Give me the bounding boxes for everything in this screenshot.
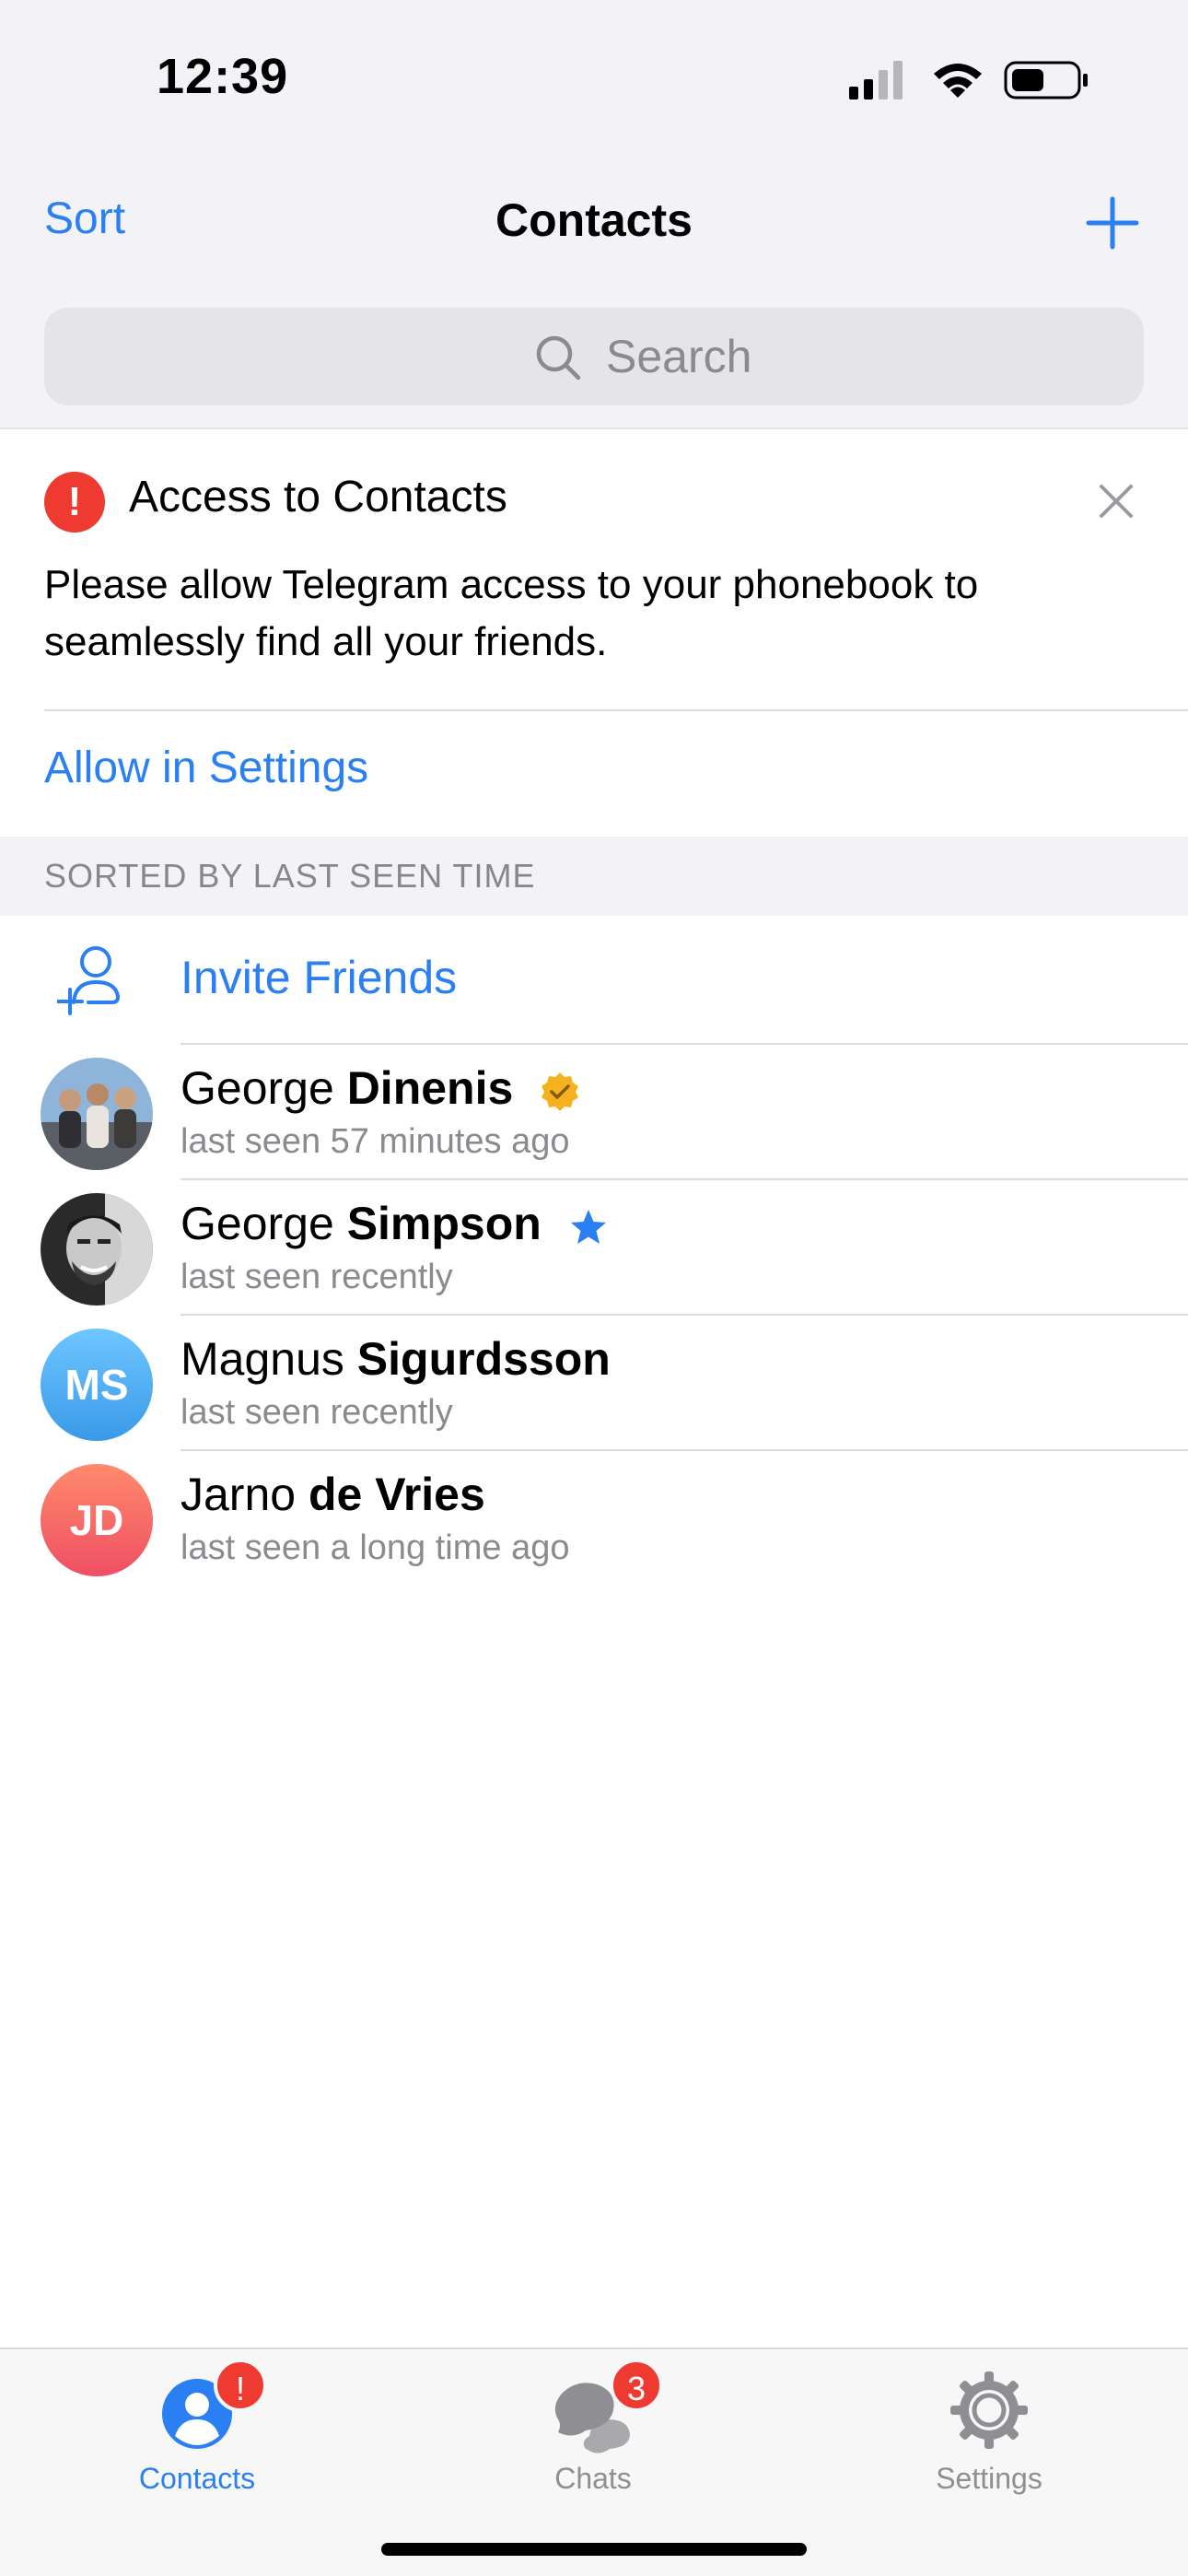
- page-title: Contacts: [495, 194, 693, 246]
- tab-chats[interactable]: 3 Chats: [483, 2349, 704, 2497]
- contact-name: Jarno de Vries: [181, 1469, 485, 1520]
- search-placeholder: Search: [606, 331, 752, 382]
- contact-status: last seen recently: [181, 1393, 453, 1432]
- tab-label: Contacts: [138, 2462, 256, 2495]
- divider: [44, 709, 1188, 711]
- contacts-screen: 12:39 Sort Contacts Search ! Access to C…: [0, 0, 1188, 2576]
- status-icons: [849, 61, 1088, 100]
- settings-icon: [950, 2371, 1028, 2449]
- allow-in-settings-button[interactable]: Allow in Settings: [44, 743, 368, 793]
- section-header: SORTED BY LAST SEEN TIME: [0, 837, 1188, 916]
- contact-name: George Dinenis: [181, 1061, 581, 1115]
- avatar-initials: JD: [69, 1496, 124, 1544]
- avatar: MS: [41, 1329, 153, 1441]
- home-indicator: [381, 2543, 807, 2556]
- star-icon: [570, 1209, 606, 1244]
- contact-name: Magnus Sigurdsson: [181, 1333, 611, 1385]
- verified-badge-icon: [542, 1071, 579, 1111]
- unread-count-badge: 3: [610, 2359, 663, 2412]
- close-icon[interactable]: [1096, 481, 1136, 521]
- contacts-access-banner: ! Access to Contacts Please allow Telegr…: [0, 431, 1188, 837]
- avatar-initials: MS: [64, 1361, 129, 1409]
- banner-title: Access to Contacts: [129, 473, 507, 521]
- invite-friends-label: Invite Friends: [181, 952, 458, 1003]
- contact-row[interactable]: MS Magnus Sigurdsson last seen recently: [0, 1316, 1188, 1450]
- tab-settings[interactable]: Settings: [879, 2349, 1100, 2497]
- notification-badge: !: [214, 2359, 267, 2412]
- contact-status: last seen recently: [181, 1258, 453, 1296]
- avatar: JD: [41, 1464, 153, 1576]
- invite-friends-button[interactable]: Invite Friends: [0, 916, 1188, 1045]
- contact-row[interactable]: George Dinenis last seen 57 minutes ago: [0, 1045, 1188, 1179]
- section-header-label: SORTED BY LAST SEEN TIME: [44, 857, 536, 895]
- contact-status: last seen a long time ago: [181, 1528, 570, 1567]
- search-icon: [536, 335, 581, 381]
- cellular-signal-icon: [849, 61, 903, 100]
- contact-row[interactable]: JD Jarno de Vries last seen a long time …: [0, 1451, 1188, 1586]
- battery-icon: [1004, 61, 1088, 100]
- tab-bar: ! Contacts 3 Chats Settings: [0, 2348, 1188, 2576]
- alert-icon: !: [44, 472, 105, 533]
- tab-label: Chats: [554, 2462, 632, 2495]
- banner-text: Please allow Telegram access to your pho…: [44, 562, 979, 664]
- wifi-icon: [934, 64, 982, 98]
- avatar: [41, 1193, 153, 1306]
- contact-name: George Simpson: [181, 1197, 610, 1250]
- contact-row[interactable]: George Simpson last seen recently: [0, 1180, 1188, 1315]
- tab-label: Settings: [936, 2462, 1042, 2495]
- add-contact-button[interactable]: [1085, 195, 1140, 251]
- tab-contacts[interactable]: ! Contacts: [87, 2349, 308, 2497]
- header-area: 12:39 Sort Contacts Search: [0, 0, 1188, 429]
- status-time: 12:39: [157, 49, 289, 104]
- search-input[interactable]: Search: [44, 308, 1144, 405]
- add-user-icon: [57, 946, 121, 1015]
- contact-status: last seen 57 minutes ago: [181, 1122, 570, 1161]
- avatar: [41, 1058, 153, 1170]
